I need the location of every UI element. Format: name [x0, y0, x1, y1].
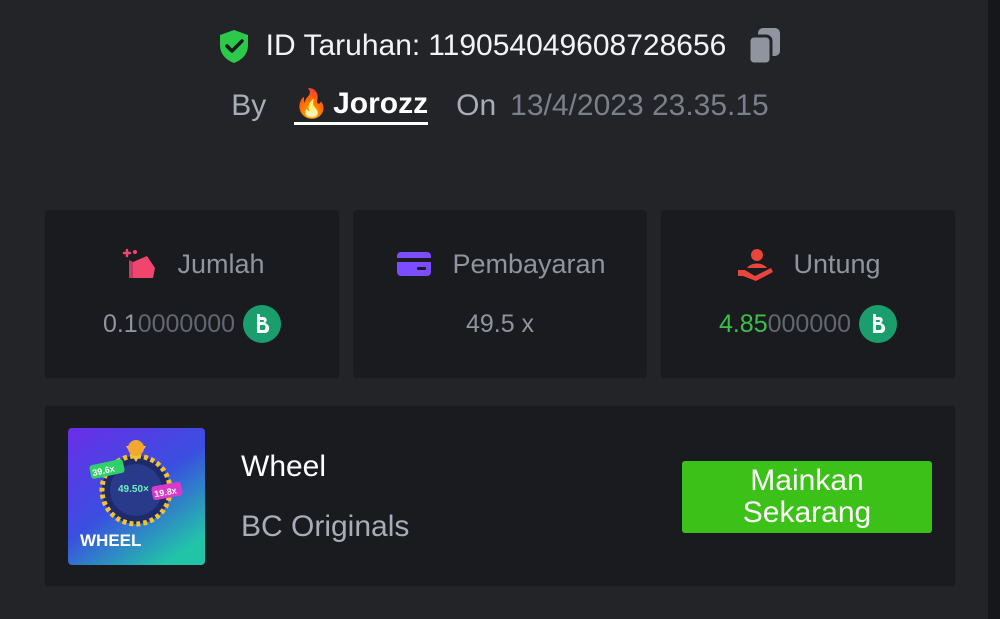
profit-label: Untung [793, 248, 881, 279]
game-provider: BC Originals [241, 510, 410, 543]
fire-icon: 🔥 [294, 88, 330, 119]
on-label: On [456, 89, 497, 122]
game-name[interactable]: Wheel [241, 450, 326, 484]
thumb-badge-2: 49.50× [118, 484, 149, 495]
user-profile-link[interactable]: 🔥 Jorozz [294, 87, 429, 125]
payout-card: Pembayaran 49.5 x [353, 210, 647, 378]
amount-label: Jumlah [177, 248, 265, 279]
bet-date: 13/4/2023 23.35.15 [510, 89, 769, 122]
bet-amount-icon [123, 248, 156, 278]
payout-label: Pembayaran [452, 248, 606, 279]
bet-stats: Jumlah 0.10000000 Pembayaran 49.5 x Untu… [45, 210, 955, 378]
bet-id-value: 119054049608728656 [428, 29, 727, 62]
bet-id-label: ID Taruhan: [265, 29, 421, 62]
payout-value: 49.5 x [465, 309, 535, 338]
amount-value: 0.10000000 [102, 309, 236, 338]
bet-author-row: By 🔥 Jorozz On 13/4/2023 23.35.15 [0, 84, 1000, 128]
game-card: 39.6x 49.50× 19.8x WHEEL Wheel BC Origin… [45, 406, 955, 586]
profit-value: 4.85000000 [718, 309, 852, 338]
username: Jorozz [333, 87, 429, 120]
bc-coin-icon [243, 305, 282, 343]
bc-coin-icon [859, 305, 898, 343]
copy-icon[interactable] [746, 26, 784, 66]
game-thumbnail[interactable]: 39.6x 49.50× 19.8x WHEEL [68, 428, 205, 565]
by-label: By [231, 89, 267, 122]
thumb-title: WHEEL [80, 531, 141, 550]
profit-card: Untung 4.85000000 [661, 210, 955, 378]
amount-card: Jumlah 0.10000000 [45, 210, 339, 378]
payment-card-icon [397, 252, 432, 276]
play-now-button[interactable]: Mainkan Sekarang [682, 461, 932, 533]
bet-id-row: ID Taruhan: 119054049608728656 [0, 26, 1000, 66]
wheel-game-art: 39.6x 49.50× 19.8x WHEEL [68, 428, 205, 565]
profit-hand-icon [738, 249, 774, 281]
verified-shield-icon [219, 30, 248, 63]
